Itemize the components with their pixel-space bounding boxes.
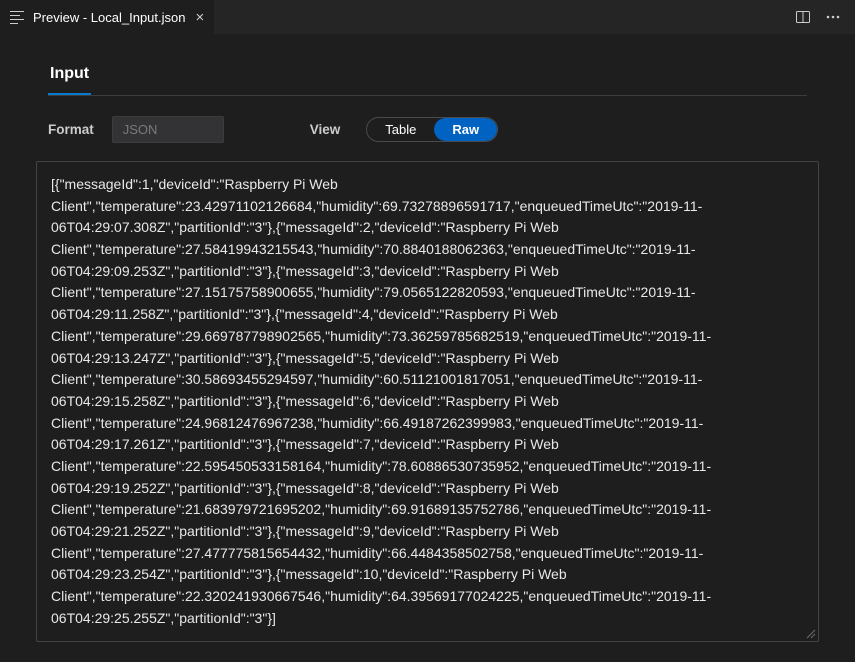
close-icon[interactable]: × xyxy=(195,10,204,25)
view-option-raw[interactable]: Raw xyxy=(434,118,497,141)
raw-content-box[interactable]: [{"messageId":1,"deviceId":"Raspberry Pi… xyxy=(36,161,819,642)
content-area: Input Format View Table Raw [{"messageId… xyxy=(0,35,855,662)
title-bar-actions xyxy=(795,0,855,34)
split-editor-icon[interactable] xyxy=(795,9,811,25)
view-segmented: Table Raw xyxy=(366,117,498,142)
format-field[interactable] xyxy=(112,116,224,143)
editor-tab[interactable]: Preview - Local_Input.json × xyxy=(0,0,214,34)
raw-content-text: [{"messageId":1,"deviceId":"Raspberry Pi… xyxy=(51,176,711,626)
controls-row: Format View Table Raw xyxy=(48,116,807,143)
preview-lines-icon xyxy=(10,9,26,26)
view-label: View xyxy=(310,122,341,137)
format-label: Format xyxy=(48,122,94,137)
tab-title: Preview - Local_Input.json xyxy=(33,10,185,25)
resize-handle-icon[interactable] xyxy=(804,627,816,639)
heading-input[interactable]: Input xyxy=(48,59,91,95)
more-actions-icon[interactable] xyxy=(825,9,841,25)
view-option-table[interactable]: Table xyxy=(367,118,434,141)
heading-bar: Input xyxy=(48,59,807,96)
title-bar: Preview - Local_Input.json × xyxy=(0,0,855,35)
